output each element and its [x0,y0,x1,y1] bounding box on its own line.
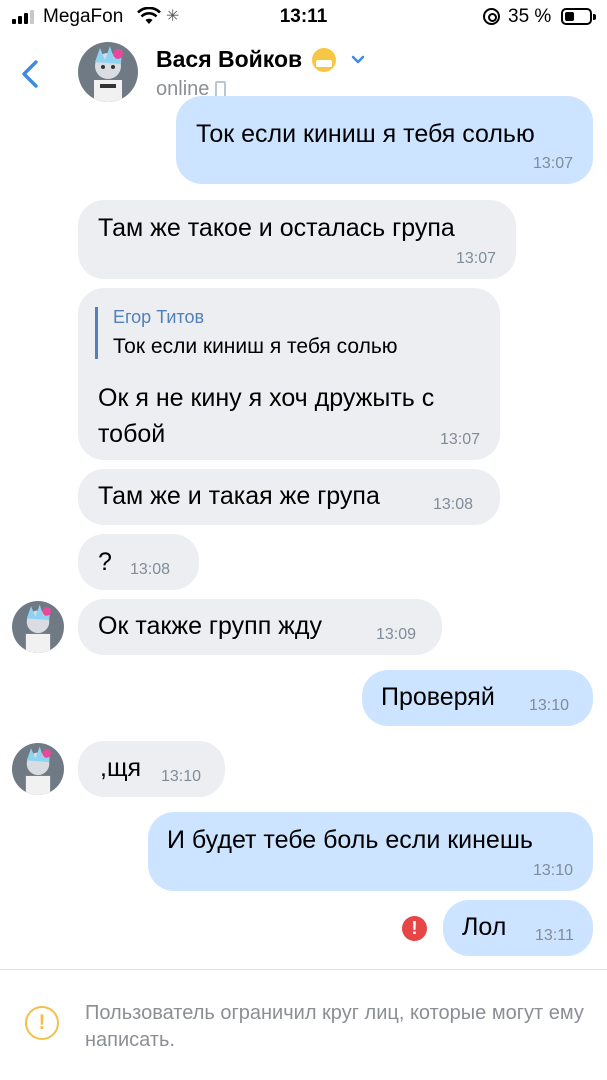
send-error-icon[interactable]: ! [402,916,427,941]
message-time: 13:10 [532,862,573,879]
message-time: 13:09 [376,626,417,643]
message-text: Ок также групп жду [98,612,322,640]
status-bar: MegaFon ✳ 13:11 35 % [0,0,607,34]
message-bubble-incoming[interactable]: ? 13:08 [78,534,199,590]
message-text: ? [98,548,112,576]
avatar[interactable] [12,601,64,653]
message-bubble-incoming[interactable]: Там же такое и осталась група 13:07 [78,200,516,279]
message-bubble-outgoing[interactable]: И будет тебе боль если кинешь 13:10 [148,812,593,891]
message-text: Ок я не кину я хоч дружыть с тобой [98,384,435,448]
message-time: 13:08 [433,496,474,513]
warning-icon: ! [25,1006,59,1040]
mask-emoji-icon [312,47,337,72]
message-time: 13:07 [532,155,573,172]
chat-title[interactable]: Вася Войков [156,46,302,73]
message-bubble-incoming-reply[interactable]: Егор Титов Ток если киниш я тебя солью О… [78,288,500,460]
reply-quote[interactable]: Егор Титов Ток если киниш я тебя солью [95,307,398,359]
message-time: 13:10 [161,768,202,785]
battery-percent: 35 % [508,6,552,27]
divider [0,969,607,970]
message-text: И будет тебе боль если кинешь [167,826,533,854]
rotation-lock-icon [483,8,500,25]
message-bubble-incoming[interactable]: Там же и такая же група 13:08 [78,469,500,525]
message-bubble-outgoing[interactable]: Лол 13:11 [443,900,593,956]
message-time: 13:11 [535,927,574,944]
message-text: Лол [462,913,507,941]
message-time: 13:07 [455,250,496,267]
message-text: Проверяй [381,683,495,711]
message-text: Там же и такая же група [98,482,380,510]
message-bubble-incoming[interactable]: ,щя 13:10 [78,741,225,797]
avatar[interactable] [78,42,138,102]
message-bubble-outgoing[interactable]: Проверяй 13:10 [362,670,593,726]
avatar[interactable] [12,743,64,795]
reply-text: Ток если киниш я тебя солью [113,335,398,358]
message-time: 13:07 [439,431,480,448]
battery-icon [561,8,596,25]
message-text: Ток если киниш я тебя солью [196,120,535,148]
back-chevron-icon[interactable] [14,54,46,94]
message-text: ,щя [100,754,142,782]
message-time: 13:08 [130,561,171,578]
message-bubble-incoming[interactable]: Ок также групп жду 13:09 [78,599,442,655]
chevron-down-icon[interactable] [350,52,366,68]
message-text: Там же такое и осталась група [98,214,455,242]
restriction-notice: Пользователь ограничил круг лиц, которые… [85,1002,584,1051]
message-time: 13:10 [529,697,570,714]
message-bubble-outgoing[interactable]: Ток если киниш я тебя солью 13:07 [176,96,593,184]
reply-author: Егор Титов [113,307,205,327]
